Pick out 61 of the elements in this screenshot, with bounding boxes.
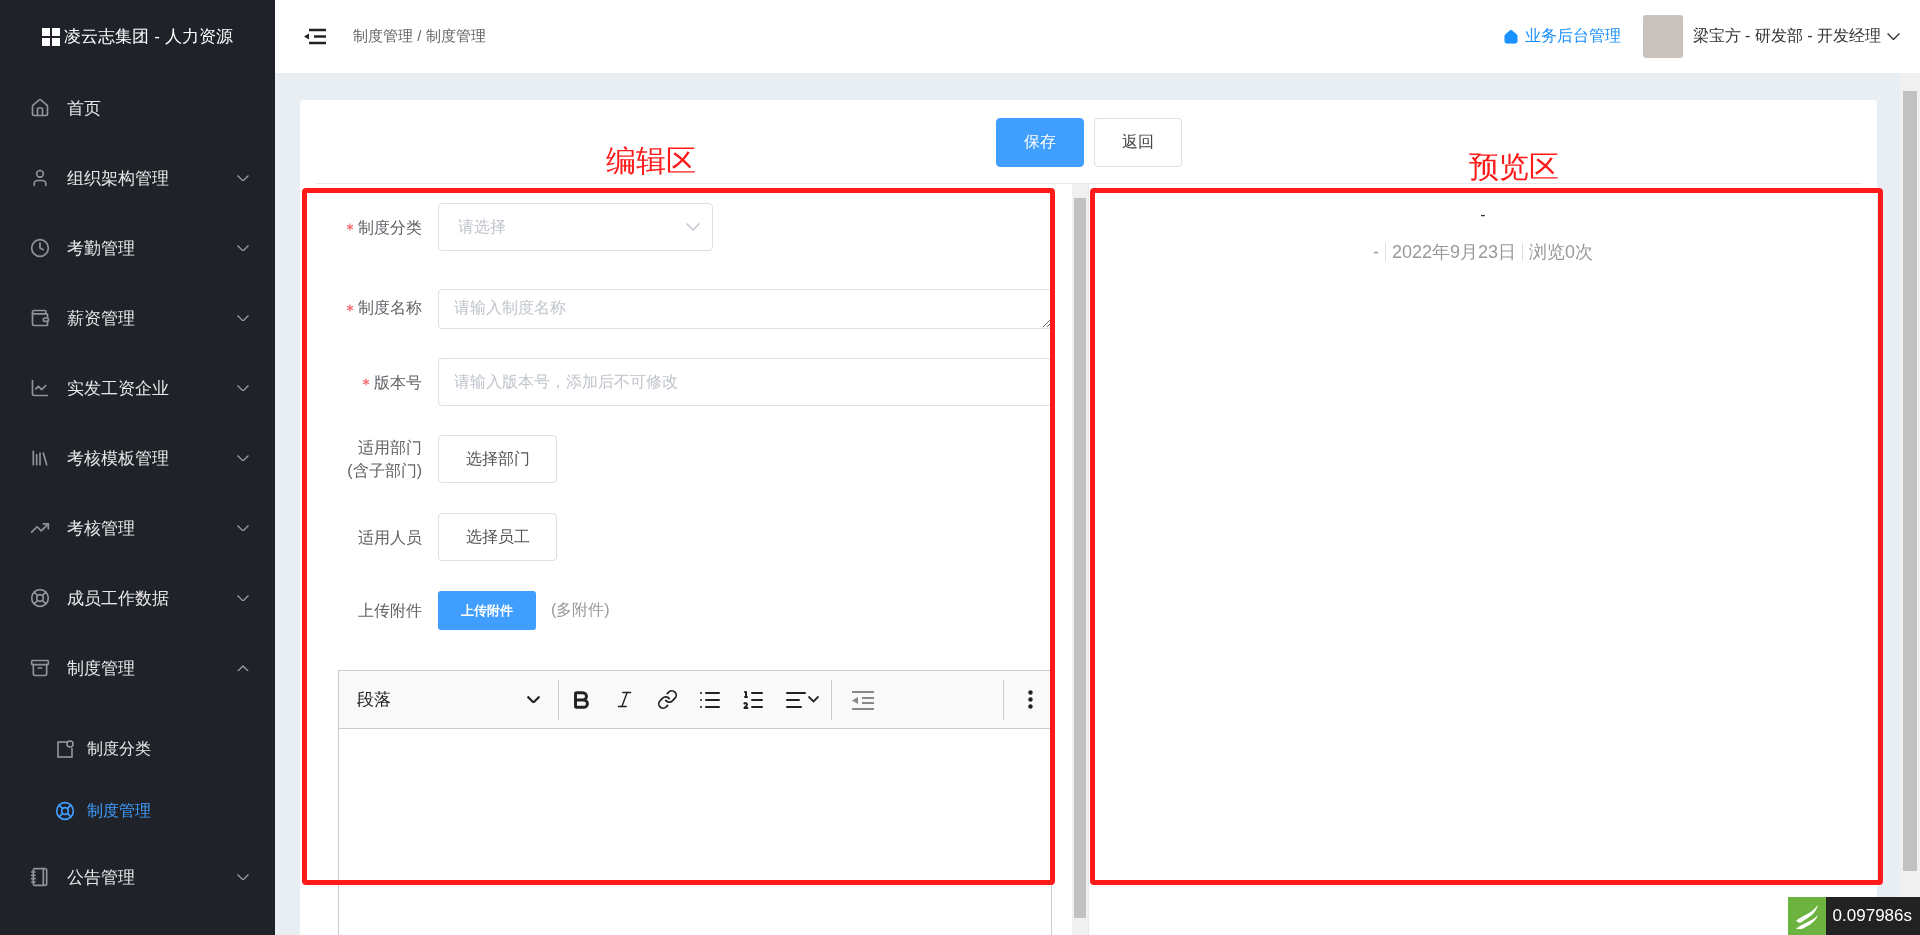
chevron-down-icon <box>237 454 249 462</box>
required-asterisk-icon <box>346 223 354 231</box>
chevron-down-icon <box>237 174 249 182</box>
chevron-down-icon <box>807 696 819 703</box>
preview-meta: 2022年9月23日 <box>1391 241 1517 264</box>
field-label: 制度名称 <box>346 296 422 319</box>
sidebar-item[interactable]: 公告管理 <box>0 842 275 912</box>
field-label: 制度分类 <box>346 215 422 239</box>
field-label: 适用人员 <box>358 527 422 548</box>
annotation-label: 编辑区 <box>606 143 696 179</box>
outdent-icon <box>849 689 875 710</box>
chevron-down-icon <box>237 594 249 602</box>
picker-button[interactable]: 选择员工 <box>438 513 557 561</box>
sidebar-item[interactable]: 考核管理 <box>0 493 275 563</box>
preview-meta: - <box>1372 241 1379 263</box>
preview-title: - <box>1480 206 1486 224</box>
field-label: 适用部门 <box>358 438 422 458</box>
home-icon <box>1502 28 1519 45</box>
sidebar-item[interactable]: 考勤管理 <box>0 213 275 283</box>
app-title: 凌云志集团 - 人力资源 <box>64 26 233 48</box>
chevron-down-icon <box>237 873 249 881</box>
chevron-up-icon <box>237 664 249 672</box>
back-button[interactable]: 返回 <box>1093 118 1182 167</box>
logo-icon <box>42 27 61 46</box>
chevron-down-icon <box>527 695 540 704</box>
upload-hint: (多附件) <box>551 600 610 620</box>
chevron-down-icon <box>237 384 249 392</box>
performance-badge: 0.097986s <box>1787 897 1920 935</box>
sidebar-item[interactable]: 实发工资企业 <box>0 353 275 423</box>
chevron-down-icon <box>1887 32 1900 41</box>
sidebar-item[interactable]: 组织架构管理 <box>0 143 275 213</box>
breadcrumb: 制度管理 / 制度管理 <box>353 27 487 46</box>
input-field[interactable]: 请输入版本号，添加后不可修改 <box>438 358 1052 406</box>
required-asterisk-icon <box>346 303 354 312</box>
link-icon <box>656 689 678 710</box>
scrollbar-thumb[interactable] <box>1903 91 1917 871</box>
submenu-item[interactable]: 制度管理 <box>0 780 275 842</box>
sidebar-item[interactable]: 成员工作数据 <box>0 563 275 633</box>
sidebar-item[interactable]: 考核模板管理 <box>0 423 275 493</box>
field-label: 上传附件 <box>358 601 422 621</box>
more-icon <box>1027 690 1033 709</box>
sidebar-item[interactable]: 薪资管理 <box>0 283 275 353</box>
field-sublabel: (含子部门) <box>347 461 422 481</box>
preview-meta: 浏览0次 <box>1529 241 1594 264</box>
chevron-down-icon <box>237 244 249 252</box>
chevron-down-icon <box>686 222 700 232</box>
sidebar-item[interactable]: 制度管理 <box>0 633 275 703</box>
user-menu[interactable]: 梁宝方 - 研发部 - 开发经理 <box>1692 26 1900 47</box>
lifebuoy-icon <box>55 801 75 821</box>
chevron-down-icon <box>237 314 249 322</box>
rich-text-editor[interactable]: 段落 <box>338 670 1052 935</box>
required-asterisk-icon <box>362 378 370 386</box>
submenu-item[interactable]: 制度分类 <box>0 718 275 780</box>
sidebar-item[interactable]: 首页 <box>0 73 275 143</box>
chevron-down-icon <box>237 524 249 532</box>
avatar-placeholder <box>1642 15 1683 58</box>
picker-button[interactable]: 选择部门 <box>438 435 557 483</box>
field-label: 版本号 <box>362 370 422 394</box>
input-field[interactable]: 请输入制度名称 <box>438 289 1052 329</box>
annotation-label: 预览区 <box>1469 149 1559 185</box>
scrollbar-thumb[interactable] <box>1074 198 1086 918</box>
